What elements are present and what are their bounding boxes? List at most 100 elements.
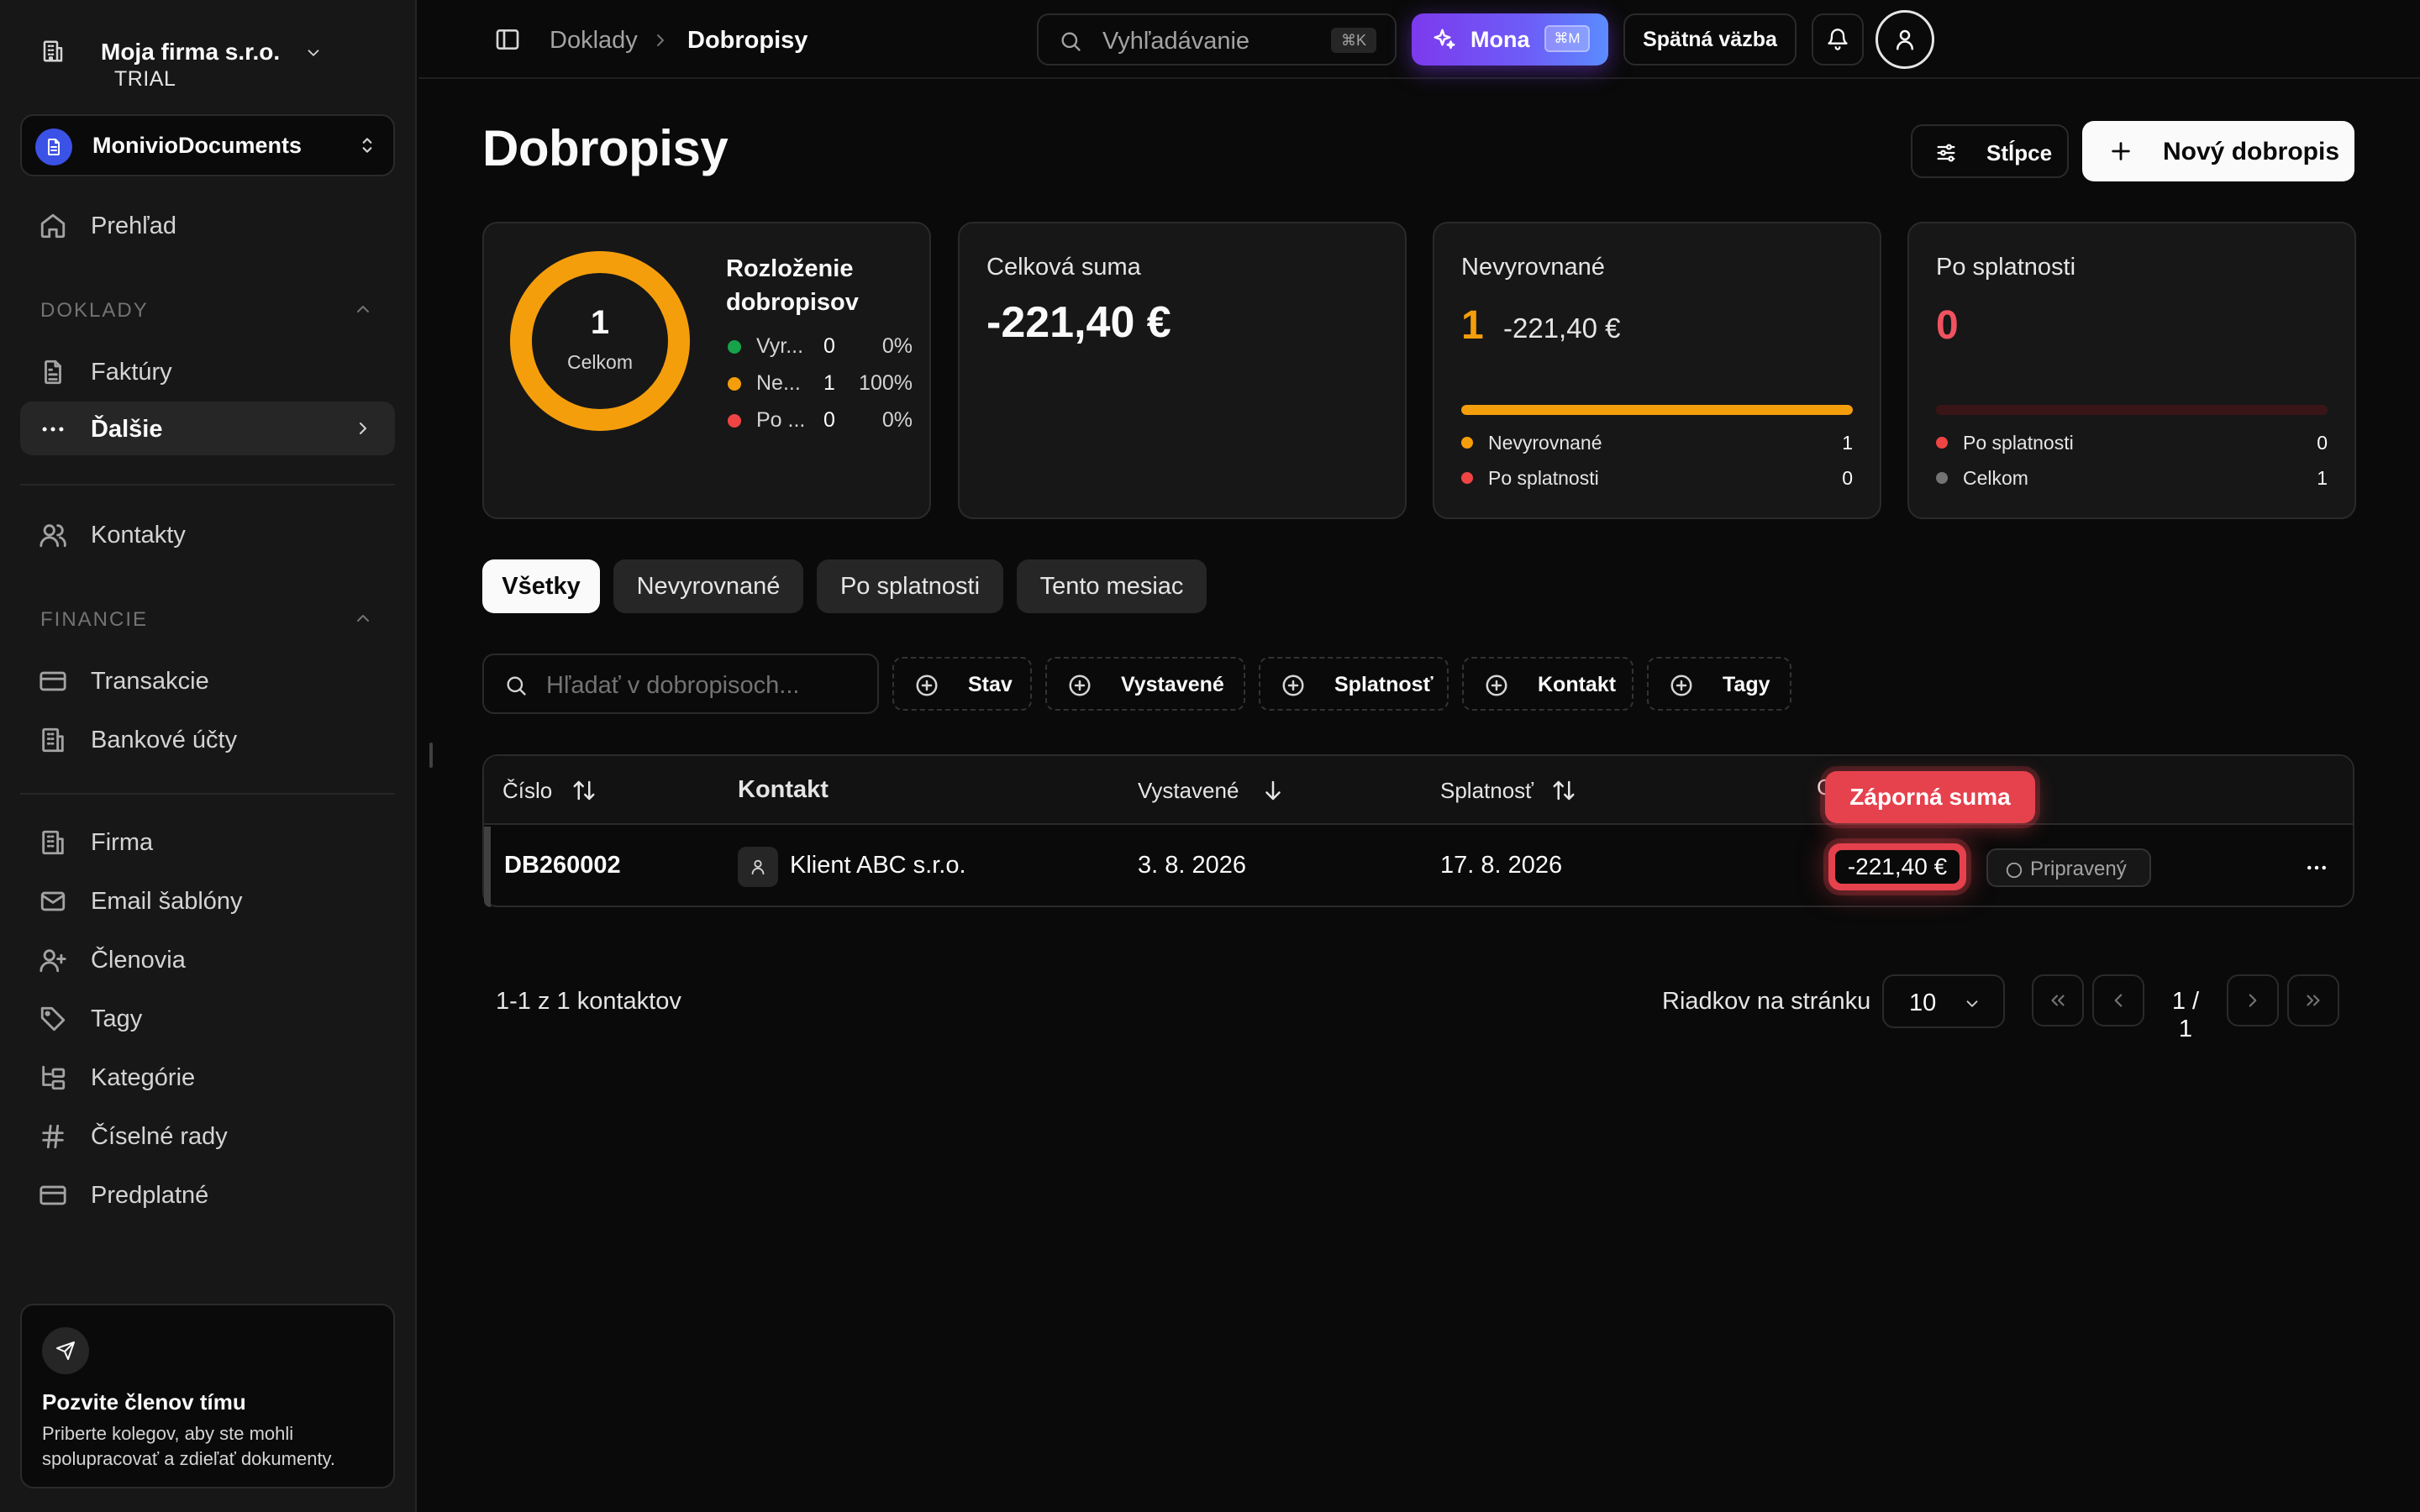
sidebar-item-members[interactable]: Členovia	[20, 932, 395, 986]
cell-contact[interactable]: Klient ABC s.r.o.	[790, 852, 966, 879]
sidebar-item-tags[interactable]: Tagy	[20, 991, 395, 1045]
user-menu-button[interactable]	[1876, 10, 1934, 69]
invite-title: Pozvite členov tímu	[42, 1389, 246, 1415]
cell-amount-highlight: -221,40 €	[1828, 843, 1966, 890]
last-page-button[interactable]	[2287, 974, 2339, 1026]
sidebar-item-label: Tagy	[91, 1005, 143, 1032]
total-sum-card: Celková suma -221,40 €	[958, 222, 1407, 519]
notifications-button[interactable]	[1812, 13, 1864, 66]
legend-row: Vyr... 0 0%	[726, 333, 924, 358]
sidebar-item-more[interactable]: Ďalšie	[20, 402, 395, 455]
sidebar-item-subscription[interactable]: Predplatné	[20, 1168, 395, 1221]
sliders-icon	[1934, 141, 1958, 165]
chevron-up-icon[interactable]	[353, 299, 373, 319]
new-credit-note-button[interactable]: Nový dobropis	[2082, 121, 2354, 181]
sidebar-item-invoices[interactable]: Faktúry	[20, 344, 395, 398]
document-icon	[35, 129, 72, 165]
filter-tags[interactable]: Tagy	[1647, 657, 1791, 711]
chevron-up-icon[interactable]	[353, 608, 373, 628]
sidebar-item-transactions[interactable]: Transakcie	[20, 654, 395, 707]
sidebar-item-firm[interactable]: Firma	[20, 815, 395, 869]
legend-percent: 0%	[881, 334, 913, 358]
building-icon	[40, 39, 66, 64]
column-due[interactable]: Splatnosť	[1440, 778, 1534, 804]
breadcrumb-parent[interactable]: Doklady	[550, 27, 638, 55]
column-issued[interactable]: Vystavené	[1138, 778, 1239, 804]
sidebar-item-label: Kontakty	[91, 522, 186, 549]
global-search[interactable]: Vyhľadávanie ⌘K	[1037, 13, 1397, 66]
workspace-switcher[interactable]: MonivioDocuments	[20, 114, 395, 176]
sidebar-item-number-series[interactable]: Číselné rady	[20, 1109, 395, 1163]
filter-label: Splatnosť	[1334, 673, 1434, 696]
user-icon	[1892, 27, 1918, 52]
rows-per-page-label: Riadkov na stránku	[1662, 988, 1871, 1015]
mona-button[interactable]: Mona ⌘M	[1412, 13, 1608, 66]
cell-issued: 3. 8. 2026	[1138, 852, 1246, 879]
cell-amount: -221,40 €	[1835, 850, 1960, 884]
sort-icon[interactable]	[1551, 778, 1576, 803]
filter-status[interactable]: Stav	[892, 657, 1032, 711]
hash-icon	[39, 1122, 67, 1151]
sidebar-item-email-templates[interactable]: Email šablóny	[20, 874, 395, 927]
status-badge: Pripravený	[1986, 848, 2151, 887]
sidebar-item-overview[interactable]: Prehľad	[20, 198, 395, 252]
tab-unsettled[interactable]: Nevyrovnané	[613, 559, 803, 613]
sidebar-item-bank-accounts[interactable]: Bankové účty	[20, 712, 395, 766]
tab-all[interactable]: Všetky	[482, 559, 600, 613]
chevrons-up-down-icon	[356, 134, 378, 156]
stat-dot	[1936, 437, 1948, 449]
legend-row: Ne... 1 100%	[726, 370, 924, 395]
page-indicator: 1 / 1	[2171, 988, 2200, 1042]
feedback-button[interactable]: Spätná väzba	[1623, 13, 1797, 66]
chevron-down-icon	[304, 44, 323, 62]
filter-due[interactable]: Splatnosť	[1259, 657, 1449, 711]
filter-issued[interactable]: Vystavené	[1045, 657, 1245, 711]
stat-name: Celkom	[1963, 467, 2028, 489]
tab-this-month[interactable]: Tento mesiac	[1017, 559, 1207, 613]
home-icon	[39, 212, 67, 240]
legend-percent: 100%	[859, 371, 913, 395]
invite-card[interactable]: Pozvite členov tímu Priberte kolegov, ab…	[20, 1304, 395, 1488]
sort-icon[interactable]	[571, 778, 597, 803]
users-icon	[39, 521, 67, 549]
filter-contact[interactable]: Kontakt	[1462, 657, 1634, 711]
arrow-down-icon[interactable]	[1260, 778, 1286, 803]
columns-label: Stĺpce	[1986, 140, 2053, 165]
company-switcher[interactable]: Moja firma s.r.o. TRIAL	[20, 15, 397, 91]
credit-note-search[interactable]: Hľadať v dobropisoch...	[482, 654, 879, 714]
previous-page-button[interactable]	[2092, 974, 2144, 1026]
sidebar-item-categories[interactable]: Kategórie	[20, 1050, 395, 1104]
rows-per-page-select[interactable]: 10	[1882, 974, 2005, 1028]
contact-avatar	[738, 847, 778, 887]
section-label-documents: DOKLADY	[40, 299, 149, 322]
table-row[interactable]: DB260002 Klient ABC s.r.o. 3. 8. 2026 17…	[484, 827, 2353, 907]
stat-dot	[1461, 472, 1473, 484]
row-accent	[484, 827, 491, 907]
columns-button[interactable]: Stĺpce	[1911, 124, 2069, 178]
cell-number: DB260002	[504, 852, 621, 879]
pagination-info: 1-1 z 1 kontaktov	[496, 988, 681, 1015]
tab-overdue[interactable]: Po splatnosti	[817, 559, 1003, 613]
mona-label: Mona	[1470, 27, 1530, 52]
stat-value: 0	[1842, 467, 1853, 489]
column-number[interactable]: Číslo	[502, 778, 552, 804]
column-contact[interactable]: Kontakt	[738, 776, 829, 804]
chevron-right-icon	[353, 418, 373, 438]
panel-left-icon[interactable]	[494, 26, 521, 53]
sidebar-divider	[20, 484, 395, 486]
stat-row: Po splatnosti 0	[1461, 465, 1853, 491]
next-page-button[interactable]	[2227, 974, 2279, 1026]
sidebar-resize-handle[interactable]	[429, 743, 433, 768]
legend-dot	[728, 377, 741, 391]
sidebar-item-label: Prehľad	[91, 213, 176, 239]
stat-value: 1	[2317, 467, 2328, 489]
plus-circle-icon	[1067, 673, 1092, 698]
credit-card-icon	[39, 1181, 67, 1210]
unsettled-card: Nevyrovnané 1 -221,40 € Nevyrovnané 1 Po…	[1433, 222, 1881, 519]
mail-icon	[39, 887, 67, 916]
legend-dot	[728, 340, 741, 354]
sidebar-item-contacts[interactable]: Kontakty	[20, 507, 395, 561]
first-page-button[interactable]	[2032, 974, 2084, 1026]
unsettled-title: Nevyrovnané	[1461, 254, 1605, 281]
row-actions-icon[interactable]	[2304, 855, 2329, 880]
